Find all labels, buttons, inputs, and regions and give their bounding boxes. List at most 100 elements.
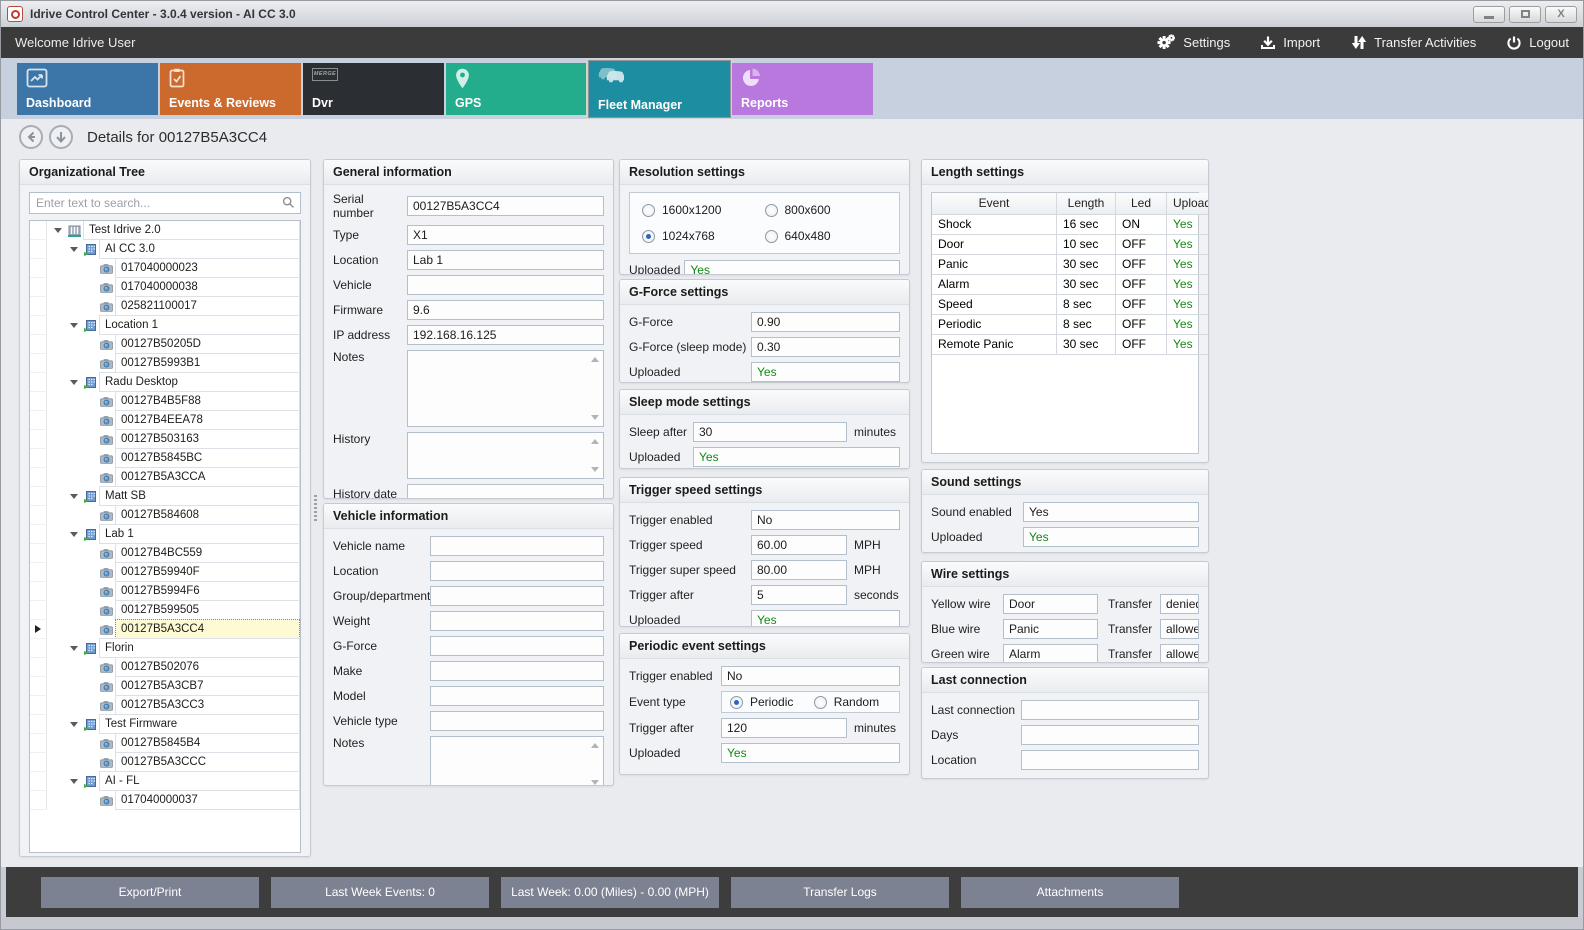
- transfer-logs-button[interactable]: Transfer Logs: [731, 877, 949, 908]
- tree-node-00127b4eea78[interactable]: 00127B4EEA78: [30, 411, 300, 430]
- tree-search-input[interactable]: [29, 192, 301, 214]
- expander-icon[interactable]: [67, 487, 81, 506]
- tree-node-00127b4bc559[interactable]: 00127B4BC559: [30, 544, 300, 563]
- trigger-after-field[interactable]: 5: [751, 585, 847, 605]
- days-field[interactable]: [1021, 725, 1199, 745]
- ip-address-field[interactable]: 192.168.16.125: [407, 325, 604, 345]
- scroll-down-icon[interactable]: [591, 415, 599, 420]
- expander-icon[interactable]: [67, 639, 81, 658]
- tree-node-florin[interactable]: Florin: [30, 639, 300, 658]
- tab-fleet-manager[interactable]: Fleet Manager: [589, 61, 730, 117]
- settings-button[interactable]: Settings: [1157, 34, 1230, 51]
- table-row-panic[interactable]: Panic30 secOFFYes: [932, 255, 1198, 275]
- tree-node-00127b584608[interactable]: 00127B584608: [30, 506, 300, 525]
- history-textarea[interactable]: [407, 432, 604, 479]
- tree-node-017040000037[interactable]: 017040000037: [30, 791, 300, 810]
- table-row-speed[interactable]: Speed8 secOFFYes: [932, 295, 1198, 315]
- logout-button[interactable]: Logout: [1506, 34, 1569, 51]
- model-field[interactable]: [430, 686, 604, 706]
- tree-node-00127b5a3ccc[interactable]: 00127B5A3CCC: [30, 753, 300, 772]
- yellow-wire-transfer-field[interactable]: denied: [1160, 594, 1199, 614]
- vehicle-name-field[interactable]: [430, 536, 604, 556]
- yellow-wire-field[interactable]: Door: [1003, 594, 1098, 614]
- uploaded-field[interactable]: Yes: [751, 362, 900, 382]
- location-field[interactable]: [1021, 750, 1199, 770]
- transfer-activities-button[interactable]: Transfer Activities: [1350, 34, 1476, 51]
- uploaded-field[interactable]: Yes: [693, 447, 900, 467]
- vehicle-type-field[interactable]: [430, 711, 604, 731]
- tab-dvr[interactable]: MERGEDvr: [303, 63, 444, 115]
- tree-node-lab-1[interactable]: Lab 1: [30, 525, 300, 544]
- g-force-sleep-mode-field[interactable]: 0.30: [751, 337, 900, 357]
- last-week-events-button[interactable]: Last Week Events: 0: [271, 877, 489, 908]
- tree-node-00127b502076[interactable]: 00127B502076: [30, 658, 300, 677]
- scroll-up-icon[interactable]: [591, 357, 599, 362]
- trigger-enabled-field[interactable]: No: [721, 666, 900, 686]
- scroll-up-icon[interactable]: [591, 439, 599, 444]
- tree-node-00127b59940f[interactable]: 00127B59940F: [30, 563, 300, 582]
- tree-node-017040000023[interactable]: 017040000023: [30, 259, 300, 278]
- trigger-speed-field[interactable]: 60.00: [751, 535, 847, 555]
- make-field[interactable]: [430, 661, 604, 681]
- group-department-field[interactable]: [430, 586, 604, 606]
- radio-periodic[interactable]: Periodic: [730, 695, 814, 709]
- tree-node-matt-sb[interactable]: Matt SB: [30, 487, 300, 506]
- expander-icon[interactable]: [67, 316, 81, 335]
- attachments-button[interactable]: Attachments: [961, 877, 1179, 908]
- history-date-field[interactable]: [407, 484, 604, 499]
- table-row-remote-panic[interactable]: Remote Panic30 secOFFYes: [932, 335, 1198, 355]
- tree-node-025821100017[interactable]: 025821100017: [30, 297, 300, 316]
- last-connection-field[interactable]: [1021, 700, 1199, 720]
- sleep-after-field[interactable]: 30: [693, 422, 847, 442]
- expander-icon[interactable]: [67, 772, 81, 791]
- radio-1600x1200[interactable]: 1600x1200: [642, 203, 765, 217]
- tree-node-ai-fl[interactable]: AI - FL: [30, 772, 300, 791]
- tree-node-00127b503163[interactable]: 00127B503163: [30, 430, 300, 449]
- column-header-event[interactable]: Event: [932, 193, 1057, 215]
- notes-textarea[interactable]: [430, 736, 604, 786]
- column-header-led[interactable]: Led: [1116, 193, 1167, 215]
- serial-number-field[interactable]: 00127B5A3CC4: [407, 196, 604, 216]
- tree-node-00127b4b5f88[interactable]: 00127B4B5F88: [30, 392, 300, 411]
- uploaded-field[interactable]: Yes: [751, 610, 900, 627]
- vehicle-field[interactable]: [407, 275, 604, 295]
- weight-field[interactable]: [430, 611, 604, 631]
- tab-reports[interactable]: Reports: [732, 63, 873, 115]
- tree-node-00127b5993b1[interactable]: 00127B5993B1: [30, 354, 300, 373]
- location-field[interactable]: [430, 561, 604, 581]
- expander-icon[interactable]: [67, 373, 81, 392]
- firmware-field[interactable]: 9.6: [407, 300, 604, 320]
- expander-icon[interactable]: [67, 525, 81, 544]
- tree-node-017040000038[interactable]: 017040000038: [30, 278, 300, 297]
- trigger-after-field[interactable]: 120: [721, 718, 847, 738]
- import-button[interactable]: Import: [1260, 34, 1320, 51]
- tree-node-00127b5a3cca[interactable]: 00127B5A3CCA: [30, 468, 300, 487]
- tab-dashboard[interactable]: Dashboard: [17, 63, 158, 115]
- expand-details-button[interactable]: [49, 125, 73, 149]
- expander-icon[interactable]: [67, 240, 81, 259]
- tree-node-00127b5845b4[interactable]: 00127B5845B4: [30, 734, 300, 753]
- tree-node-radu-desktop[interactable]: Radu Desktop: [30, 373, 300, 392]
- blue-wire-transfer-field[interactable]: allowed: [1160, 619, 1199, 639]
- radio-800x600[interactable]: 800x600: [765, 203, 888, 217]
- radio-random[interactable]: Random: [814, 695, 879, 709]
- radio-640x480[interactable]: 640x480: [765, 229, 888, 243]
- green-wire-transfer-field[interactable]: allowed: [1160, 644, 1199, 663]
- notes-textarea[interactable]: [407, 350, 604, 427]
- scroll-down-icon[interactable]: [591, 780, 599, 785]
- blue-wire-field[interactable]: Panic: [1003, 619, 1098, 639]
- tree-node-00127b599505[interactable]: 00127B599505: [30, 601, 300, 620]
- last-week-button[interactable]: Last Week: 0.00 (Miles) - 0.00 (MPH): [501, 877, 719, 908]
- expander-icon[interactable]: [51, 221, 65, 240]
- trigger-super-speed-field[interactable]: 80.00: [751, 560, 847, 580]
- tree-node-ai-cc-3-0[interactable]: AI CC 3.0: [30, 240, 300, 259]
- scroll-down-icon[interactable]: [591, 467, 599, 472]
- tree-node-test-idrive-2-0[interactable]: Test Idrive 2.0: [30, 221, 300, 240]
- tree-node-00127b50205d[interactable]: 00127B50205D: [30, 335, 300, 354]
- tree-node-test-firmware[interactable]: Test Firmware: [30, 715, 300, 734]
- minimize-button[interactable]: [1473, 6, 1505, 23]
- tree-node-00127b5a3cc3[interactable]: 00127B5A3CC3: [30, 696, 300, 715]
- back-button[interactable]: [19, 125, 43, 149]
- tree-node-00127b5994f6[interactable]: 00127B5994F6: [30, 582, 300, 601]
- tree-node-00127b5a3cb7[interactable]: 00127B5A3CB7: [30, 677, 300, 696]
